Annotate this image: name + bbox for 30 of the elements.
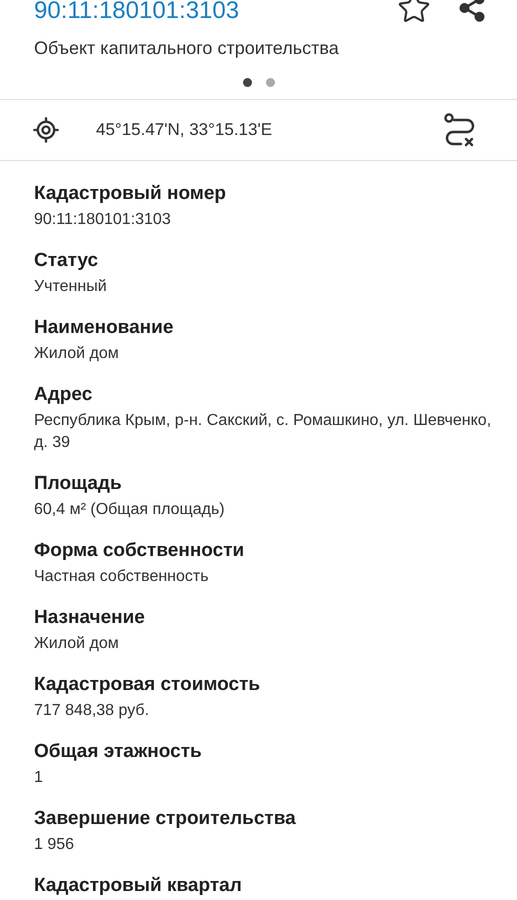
field-value: Жилой дом — [34, 634, 120, 654]
field-label: Общая этажность — [34, 740, 203, 764]
field-value: 1 956 — [34, 835, 76, 855]
field-label: Площадь — [34, 472, 123, 496]
share-icon[interactable] — [457, 0, 487, 23]
field-value: Частная собственность — [34, 567, 210, 587]
field-label: Адрес — [34, 383, 94, 407]
object-type: Объект капитального строительства — [34, 37, 340, 60]
field-label: Наименование — [34, 316, 174, 340]
field-value: 60,4 м² (Общая площадь) — [34, 500, 226, 520]
field-label: Завершение строительства — [34, 807, 297, 831]
field-value: 717 848,38 руб. — [34, 701, 150, 721]
field-value: Республика Крым, р-н. Сакский, с. Ромашкино, ул. Шевченко, д. 39 — [34, 411, 492, 453]
field-value: Жилой дом — [34, 344, 120, 364]
field-label: Статус — [34, 249, 100, 273]
field-value: 90:11:180101:3103 — [34, 210, 172, 230]
object-title: 90:11:180101:3103 — [34, 0, 240, 23]
field-label: Кадастровый номер — [34, 182, 228, 206]
field-label: Назначение — [34, 606, 146, 630]
coordinates: 45°15.47'N, 33°15.13'E — [96, 120, 274, 140]
star-icon[interactable] — [397, 0, 431, 25]
page-dot[interactable] — [266, 78, 274, 86]
page-dot[interactable] — [242, 78, 252, 86]
field-label: Форма собственности — [34, 539, 246, 563]
route-icon[interactable] — [443, 113, 477, 147]
field-value: 1 — [34, 768, 44, 788]
field-label: Кадастровая стоимость — [34, 673, 262, 697]
field-label: Кадастровый квартал — [34, 874, 243, 898]
locate-icon[interactable] — [32, 116, 60, 144]
field-value: Учтенный — [34, 277, 108, 297]
